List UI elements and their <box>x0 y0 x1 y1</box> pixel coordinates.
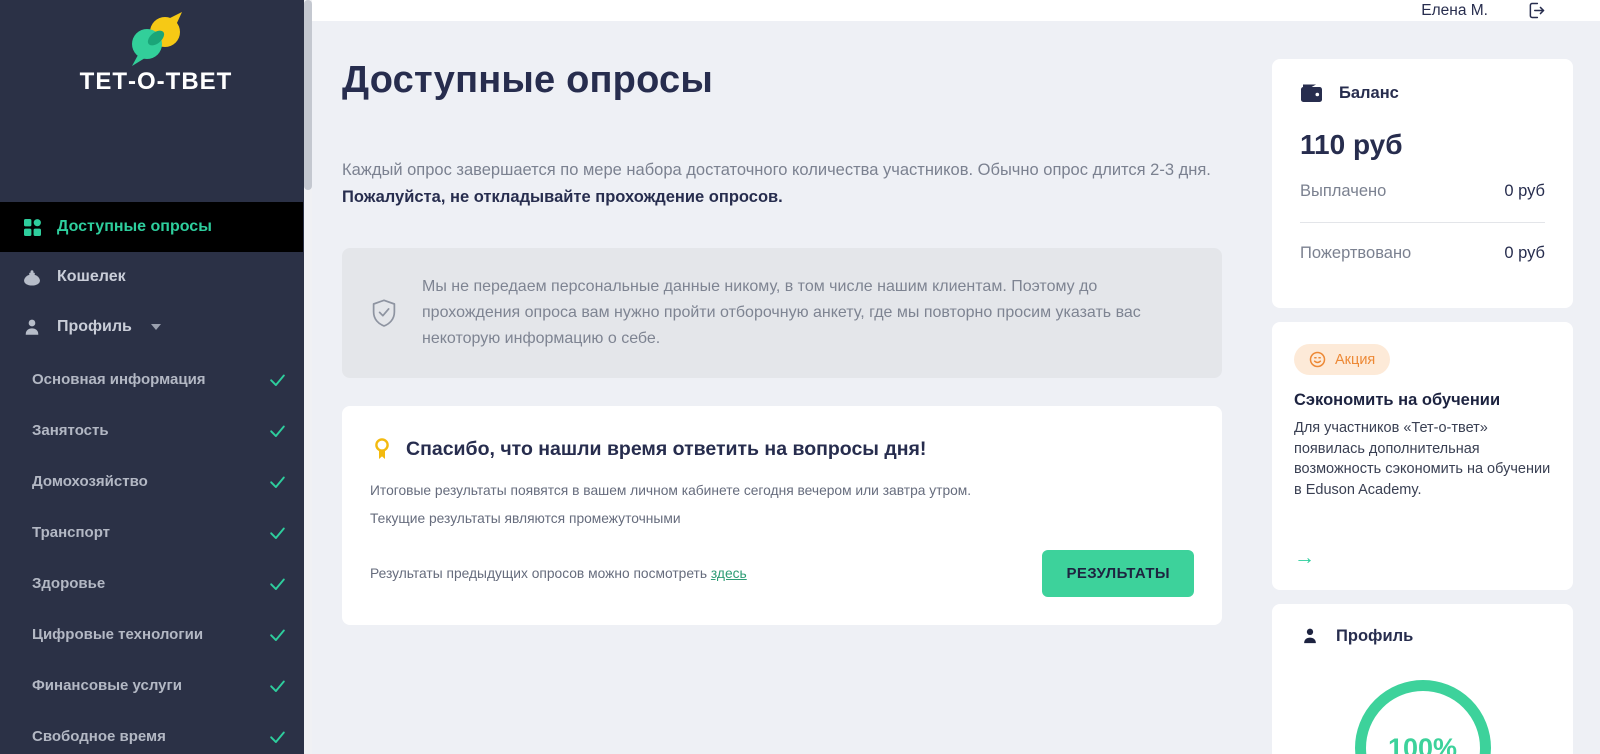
sidebar-item-profile[interactable]: Профиль <box>0 302 312 352</box>
logo-bubbles-icon <box>132 12 182 66</box>
sidebar-subitem-financial-services[interactable]: Финансовые услуги <box>0 660 312 711</box>
shield-check-icon <box>370 298 398 328</box>
profile-title: Профиль <box>1336 626 1414 645</box>
sidebar-nav: Доступные опросы Кошелек Профиль Основна… <box>0 202 312 754</box>
balance-amount: 110 руб <box>1300 129 1403 160</box>
subitem-label: Домохозяйство <box>32 473 148 490</box>
sidebar-subitem-digital-tech[interactable]: Цифровые технологии <box>0 609 312 660</box>
promo-arrow-link[interactable]: → <box>1294 546 1553 570</box>
here-link[interactable]: здесь <box>711 566 747 581</box>
intro-text: Каждый опрос завершается по мере набора … <box>342 161 1211 179</box>
results-button[interactable]: РЕЗУЛЬТАТЫ <box>1042 550 1194 598</box>
page-title: Доступные опросы <box>342 59 713 101</box>
check-icon <box>270 425 285 437</box>
subitem-label: Транспорт <box>32 524 111 541</box>
profile-progress-ring: 100% <box>1354 680 1491 754</box>
surveys-section: Доступные опросы Каждый опрос завершаетс… <box>342 59 1222 754</box>
promo-badge: Акция <box>1294 344 1391 375</box>
chevron-down-icon <box>150 324 161 330</box>
privacy-note-box: Мы не передаем персональные данные ником… <box>342 248 1222 379</box>
logout-icon[interactable] <box>1526 0 1547 21</box>
check-icon <box>270 680 285 692</box>
balance-row-donated: Пожертвовано 0 руб <box>1300 223 1545 284</box>
sidebar-item-label: Доступные опросы <box>57 218 212 235</box>
user-name: Елена М. <box>1421 1 1488 19</box>
person-icon <box>1300 626 1320 646</box>
sidebar-item-available-surveys[interactable]: Доступные опросы <box>0 202 303 252</box>
right-column: Баланс 110 руб Выплачено 0 руб Пожертвов… <box>1272 59 1573 754</box>
profile-progress-percent: 100% <box>1387 732 1458 754</box>
check-icon <box>270 731 285 743</box>
topbar: Елена М. <box>312 0 1600 21</box>
person-icon <box>22 317 42 337</box>
logo-text: ТЕТ-О-ТВЕТ <box>79 68 233 95</box>
promo-badge-label: Акция <box>1335 351 1376 368</box>
balance-card: Баланс 110 руб Выплачено 0 руб Пожертвов… <box>1272 59 1573 308</box>
content: Доступные опросы Каждый опрос завершаетс… <box>312 21 1600 754</box>
balance-title: Баланс <box>1339 83 1399 102</box>
balance-row-paid: Выплачено 0 руб <box>1300 161 1545 222</box>
subitem-label: Занятость <box>32 422 109 439</box>
sidebar: ТЕТ-О-ТВЕТ Доступные опросы Кошелек Проф… <box>0 0 312 754</box>
sidebar-subitem-transport[interactable]: Транспорт <box>0 507 312 558</box>
balance-row-value: 0 руб <box>1504 182 1545 200</box>
balance-row-label: Выплачено <box>1300 182 1387 200</box>
balance-row-value: 0 руб <box>1504 244 1545 262</box>
check-icon <box>270 476 285 488</box>
privacy-note-text: Мы не передаем персональные данные ником… <box>422 278 1141 348</box>
thanks-card: Спасибо, что нашли время ответить на воп… <box>342 406 1222 626</box>
sidebar-item-label: Профиль <box>57 318 132 335</box>
subitem-label: Свободное время <box>32 728 166 745</box>
smiley-icon <box>1309 351 1326 368</box>
sidebar-subitem-household[interactable]: Домохозяйство <box>0 456 312 507</box>
sidebar-scrollbar-thumb[interactable] <box>304 0 312 190</box>
check-icon <box>270 629 285 641</box>
check-icon <box>270 527 285 539</box>
profile-card: Профиль 100% <box>1272 604 1573 754</box>
promo-title: Сэкономить на обучении <box>1294 391 1501 409</box>
check-icon <box>270 374 285 386</box>
sidebar-item-label: Кошелек <box>57 268 126 285</box>
thanks-line-2: Текущие результаты являются промежуточны… <box>370 511 681 527</box>
intro-bold-text: Пожалуйста, не откладывайте прохождение … <box>342 187 783 206</box>
grid-icon <box>22 218 42 237</box>
subitem-label: Финансовые услуги <box>32 677 182 694</box>
thanks-title: Спасибо, что нашли время ответить на воп… <box>406 437 927 460</box>
subitem-label: Здоровье <box>32 575 106 592</box>
sidebar-scrollbar[interactable] <box>304 0 312 754</box>
check-icon <box>270 578 285 590</box>
subitem-label: Цифровые технологии <box>32 626 204 643</box>
sidebar-subitem-free-time[interactable]: Свободное время <box>0 711 312 754</box>
subitem-label: Основная информация <box>32 371 206 388</box>
profile-subnav: Основная информация Занятость Домохозяйс… <box>0 354 312 754</box>
sidebar-subitem-employment[interactable]: Занятость <box>0 405 312 456</box>
sidebar-item-wallet[interactable]: Кошелек <box>0 252 312 302</box>
award-medal-icon <box>370 436 394 462</box>
thanks-line-1: Итоговые результаты появятся в вашем лич… <box>370 483 972 499</box>
sidebar-subitem-health[interactable]: Здоровье <box>0 558 312 609</box>
purse-icon <box>22 267 42 287</box>
promo-card[interactable]: Акция Сэкономить на обучении Для участни… <box>1272 322 1573 591</box>
sidebar-subitem-basic-info[interactable]: Основная информация <box>0 354 312 405</box>
previous-results-prefix: Результаты предыдущих опросов можно посм… <box>370 566 711 582</box>
wallet-icon <box>1300 83 1323 103</box>
promo-body: Для участников «Тет-о-твет» появилась до… <box>1294 420 1551 498</box>
logo: ТЕТ-О-ТВЕТ <box>0 0 312 96</box>
main-area: Елена М. Доступные опросы Каждый опрос з… <box>312 0 1600 754</box>
balance-row-label: Пожертвовано <box>1300 244 1412 262</box>
previous-results-text: Результаты предыдущих опросов можно посм… <box>370 566 747 581</box>
